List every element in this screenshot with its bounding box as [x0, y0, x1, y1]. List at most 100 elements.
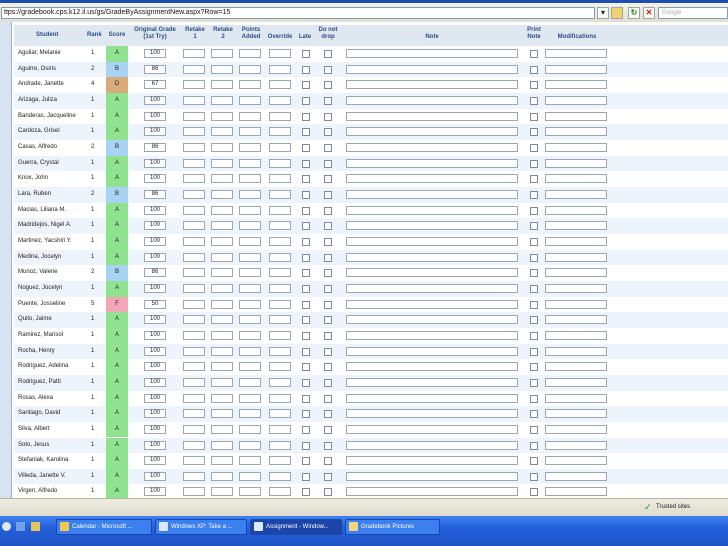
- taskbar-item-gradebook-pictures[interactable]: Gradebook Pictures: [345, 519, 440, 535]
- late-checkbox[interactable]: [302, 425, 310, 434]
- points-added-input[interactable]: [239, 283, 261, 293]
- retake-1-input[interactable]: [183, 424, 205, 434]
- original-grade-input[interactable]: 100: [144, 456, 166, 466]
- override-input[interactable]: [269, 456, 291, 466]
- late-checkbox[interactable]: [302, 206, 310, 215]
- do-not-drop-checkbox[interactable]: [324, 457, 332, 466]
- original-grade-input[interactable]: 100: [144, 158, 166, 168]
- points-added-input[interactable]: [239, 377, 261, 387]
- note-input[interactable]: [346, 487, 518, 497]
- modifications-input[interactable]: [545, 49, 607, 58]
- retake-1-input[interactable]: [183, 268, 205, 278]
- retake-1-input[interactable]: [183, 111, 205, 121]
- retake-2-input[interactable]: [211, 252, 233, 262]
- override-input[interactable]: [269, 252, 291, 262]
- do-not-drop-checkbox[interactable]: [324, 81, 332, 90]
- modifications-input[interactable]: [545, 236, 607, 246]
- original-grade-input[interactable]: 86: [144, 142, 166, 152]
- student-name[interactable]: Stefaniak, Karolina: [18, 457, 68, 463]
- late-checkbox[interactable]: [302, 441, 310, 450]
- original-grade-input[interactable]: 100: [144, 95, 166, 105]
- print-note-checkbox[interactable]: [530, 81, 538, 90]
- retake-2-input[interactable]: [211, 409, 233, 419]
- note-input[interactable]: [346, 471, 518, 481]
- retake-2-input[interactable]: [211, 80, 233, 90]
- print-note-checkbox[interactable]: [530, 175, 538, 184]
- points-added-input[interactable]: [239, 409, 261, 419]
- print-note-checkbox[interactable]: [530, 425, 538, 434]
- modifications-input[interactable]: [545, 393, 607, 403]
- do-not-drop-checkbox[interactable]: [324, 363, 332, 372]
- override-input[interactable]: [269, 221, 291, 231]
- original-grade-input[interactable]: 100: [144, 315, 166, 325]
- student-name[interactable]: Noguez, Jocelyn: [18, 285, 62, 291]
- points-added-input[interactable]: [239, 440, 261, 450]
- late-checkbox[interactable]: [302, 190, 310, 199]
- note-input[interactable]: [346, 80, 518, 90]
- override-input[interactable]: [269, 283, 291, 293]
- override-input[interactable]: [269, 189, 291, 199]
- print-note-checkbox[interactable]: [530, 143, 538, 152]
- points-added-input[interactable]: [239, 252, 261, 262]
- points-added-input[interactable]: [239, 189, 261, 199]
- retake-2-input[interactable]: [211, 487, 233, 497]
- modifications-input[interactable]: [545, 127, 607, 137]
- modifications-input[interactable]: [545, 315, 607, 325]
- modifications-input[interactable]: [545, 174, 607, 184]
- original-grade-input[interactable]: 100: [144, 221, 166, 231]
- note-input[interactable]: [346, 330, 518, 340]
- retake-2-input[interactable]: [211, 346, 233, 356]
- modifications-input[interactable]: [545, 95, 607, 105]
- points-added-input[interactable]: [239, 49, 261, 58]
- override-input[interactable]: [269, 174, 291, 184]
- print-note-checkbox[interactable]: [530, 472, 538, 481]
- print-note-checkbox[interactable]: [530, 284, 538, 293]
- do-not-drop-checkbox[interactable]: [324, 394, 332, 403]
- modifications-input[interactable]: [545, 362, 607, 372]
- points-added-input[interactable]: [239, 111, 261, 121]
- late-checkbox[interactable]: [302, 410, 310, 419]
- retake-1-input[interactable]: [183, 330, 205, 340]
- late-checkbox[interactable]: [302, 253, 310, 262]
- override-input[interactable]: [269, 205, 291, 215]
- print-note-checkbox[interactable]: [530, 222, 538, 231]
- student-name[interactable]: Puente, Josseline: [18, 301, 65, 307]
- late-checkbox[interactable]: [302, 50, 310, 58]
- retake-2-input[interactable]: [211, 471, 233, 481]
- points-added-input[interactable]: [239, 95, 261, 105]
- retake-2-input[interactable]: [211, 377, 233, 387]
- retake-2-input[interactable]: [211, 315, 233, 325]
- original-grade-input[interactable]: 50: [144, 299, 166, 309]
- print-note-checkbox[interactable]: [530, 316, 538, 325]
- points-added-input[interactable]: [239, 362, 261, 372]
- modifications-input[interactable]: [545, 330, 607, 340]
- override-input[interactable]: [269, 158, 291, 168]
- late-checkbox[interactable]: [302, 143, 310, 152]
- student-name[interactable]: Madridejos, Nigel A.: [18, 222, 71, 228]
- student-name[interactable]: Andrade, Janette: [18, 81, 64, 87]
- note-input[interactable]: [346, 440, 518, 450]
- override-input[interactable]: [269, 64, 291, 74]
- retake-2-input[interactable]: [211, 221, 233, 231]
- retake-2-input[interactable]: [211, 49, 233, 58]
- do-not-drop-checkbox[interactable]: [324, 331, 332, 340]
- original-grade-input[interactable]: 100: [144, 440, 166, 450]
- note-input[interactable]: [346, 456, 518, 466]
- modifications-input[interactable]: [545, 283, 607, 293]
- search-input[interactable]: Google: [658, 7, 728, 19]
- retake-1-input[interactable]: [183, 377, 205, 387]
- original-grade-input[interactable]: 100: [144, 409, 166, 419]
- print-note-checkbox[interactable]: [530, 159, 538, 168]
- retake-1-input[interactable]: [183, 252, 205, 262]
- modifications-input[interactable]: [545, 221, 607, 231]
- print-note-checkbox[interactable]: [530, 65, 538, 74]
- retake-1-input[interactable]: [183, 283, 205, 293]
- do-not-drop-checkbox[interactable]: [324, 96, 332, 105]
- original-grade-input[interactable]: 100: [144, 127, 166, 137]
- print-note-checkbox[interactable]: [530, 410, 538, 419]
- override-input[interactable]: [269, 440, 291, 450]
- do-not-drop-checkbox[interactable]: [324, 316, 332, 325]
- student-name[interactable]: Medina, Jocelyn: [18, 254, 61, 260]
- do-not-drop-checkbox[interactable]: [324, 237, 332, 246]
- note-input[interactable]: [346, 236, 518, 246]
